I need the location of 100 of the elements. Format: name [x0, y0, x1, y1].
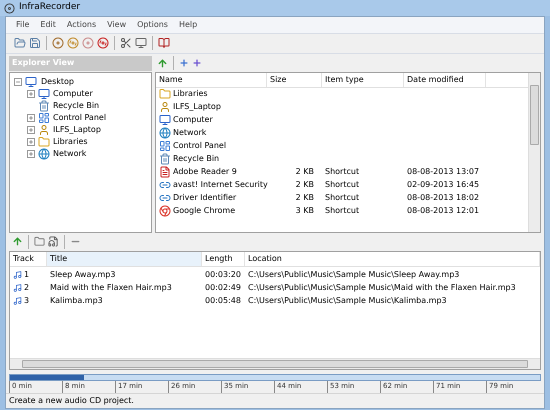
monitor-icon	[38, 88, 50, 100]
file-date: 08-08-2013 13:07	[407, 167, 480, 176]
track-title[interactable]: Sleep Away.mp3	[47, 269, 202, 282]
file-name[interactable]: Adobe Reader 9	[173, 166, 237, 178]
globe-icon	[38, 148, 50, 160]
plus-icon	[28, 114, 34, 121]
file-name[interactable]: Libraries	[173, 88, 208, 100]
globe-icon	[159, 127, 171, 140]
file-name[interactable]: ILFS_Laptop	[173, 101, 221, 114]
file-size: 2 KB	[296, 166, 314, 178]
disc-icon[interactable]	[67, 37, 79, 50]
status-text: Create a new audio CD project.	[9, 395, 134, 408]
track-location: C:\Users\Public\Music\Sample Music\Kalimba.mp3	[247, 295, 448, 308]
monitor-icon	[159, 114, 171, 126]
file-type: Shortcut	[325, 180, 360, 190]
disc-icon[interactable]	[52, 37, 64, 50]
track-number: 1	[24, 269, 30, 282]
track-length: 00:03:20	[204, 269, 242, 282]
menu-item[interactable]: View	[107, 18, 126, 31]
file-name[interactable]: Control Panel	[173, 140, 226, 152]
monitor-icon	[25, 76, 37, 88]
folder-icon	[159, 88, 171, 100]
menu-item[interactable]: Help	[178, 18, 198, 31]
music-note-icon	[13, 270, 22, 280]
track-number: 2	[24, 282, 30, 294]
up-arrow-icon[interactable]	[12, 236, 23, 248]
tree-item[interactable]: Computer	[53, 88, 93, 100]
disc-icon[interactable]	[97, 37, 109, 50]
file-date: 08-08-2013 18:02	[407, 193, 480, 202]
plus-icon	[28, 138, 34, 145]
plus-icon	[28, 150, 34, 157]
tree-item[interactable]: Desktop	[40, 76, 75, 88]
file-name[interactable]: Computer	[173, 114, 213, 126]
monitor-icon[interactable]	[135, 37, 147, 50]
panel-icon	[159, 140, 171, 152]
expander-toggle[interactable]	[27, 138, 35, 146]
expander-toggle[interactable]	[14, 78, 22, 86]
file-name[interactable]: Google Chrome	[173, 205, 236, 218]
folder-icon[interactable]	[34, 236, 45, 248]
file-date: 08-08-2013 12:01	[407, 206, 480, 216]
book-icon[interactable]	[158, 37, 170, 50]
file-name[interactable]: Recycle Bin	[173, 153, 220, 166]
column-header[interactable]: Size	[267, 72, 322, 87]
file-icon[interactable]	[48, 236, 59, 248]
panel-icon	[38, 112, 50, 124]
track-length: 00:05:48	[204, 295, 242, 308]
track-title[interactable]: Kalimba.mp3	[47, 295, 202, 308]
expander-toggle[interactable]	[27, 150, 35, 158]
file-type: Shortcut	[325, 193, 360, 202]
menu-item[interactable]: File	[16, 18, 30, 31]
file-size: 2 KB	[296, 179, 314, 192]
expander-toggle[interactable]	[27, 126, 35, 134]
minus-icon	[15, 78, 21, 85]
column-header[interactable]: Length	[202, 252, 245, 266]
tree-item[interactable]: Control Panel	[53, 112, 106, 124]
folder-icon[interactable]	[14, 37, 26, 50]
up-arrow-icon[interactable]	[157, 58, 168, 69]
user-folder-icon	[159, 101, 171, 114]
plus-icon[interactable]	[192, 58, 202, 68]
track-number: 3	[24, 295, 30, 308]
app-icon	[4, 2, 15, 14]
trash-icon	[38, 100, 50, 112]
column-header[interactable]: Item type	[322, 72, 404, 87]
expander-toggle[interactable]	[27, 114, 35, 122]
track-length: 00:02:49	[204, 282, 242, 294]
column-header[interactable]: Location	[245, 252, 540, 266]
menu-item[interactable]: Edit	[40, 18, 56, 31]
file-name[interactable]: avast! Internet Security	[173, 179, 268, 192]
tree-item[interactable]: Libraries	[53, 136, 88, 148]
disc-icon[interactable]	[82, 37, 94, 50]
folder-icon	[38, 136, 50, 148]
tree-item[interactable]: ILFS_Laptop	[53, 124, 101, 136]
save-icon[interactable]	[29, 37, 41, 50]
track-title[interactable]: Maid with the Flaxen Hair.mp3	[47, 282, 202, 294]
window-title: InfraRecorder	[19, 1, 80, 14]
file-type: Shortcut	[325, 167, 360, 176]
document-icon	[159, 166, 171, 178]
plus-icon	[28, 126, 34, 133]
expander-toggle[interactable]	[27, 90, 35, 98]
scissors-icon[interactable]	[120, 37, 132, 50]
tree-item[interactable]: Network	[53, 148, 86, 160]
file-type: Shortcut	[325, 206, 360, 216]
track-location: C:\Users\Public\Music\Sample Music\Sleep Away.mp3	[247, 269, 460, 282]
music-note-icon	[13, 296, 22, 306]
browser-icon	[159, 205, 171, 218]
file-size: 3 KB	[296, 205, 314, 218]
file-name[interactable]: Network	[173, 127, 206, 140]
column-header[interactable]: Name	[156, 72, 267, 87]
track-location: C:\Users\Public\Music\Sample Music\Maid with the Flaxen Hair.mp3	[247, 282, 517, 294]
column-header[interactable]: Date modified	[404, 72, 486, 87]
music-note-icon	[13, 283, 22, 294]
column-header[interactable]: Title	[47, 252, 202, 266]
vertical-scrollbar[interactable]	[528, 72, 540, 232]
plus-icon	[28, 90, 34, 97]
horizontal-scrollbar[interactable]	[10, 358, 540, 370]
plus-icon[interactable]	[179, 58, 189, 68]
file-name[interactable]: Driver Identifier	[173, 192, 236, 204]
tree-item[interactable]: Recycle Bin	[53, 100, 100, 112]
menu-item[interactable]: Options	[137, 18, 168, 31]
menu-item[interactable]: Actions	[66, 18, 96, 31]
